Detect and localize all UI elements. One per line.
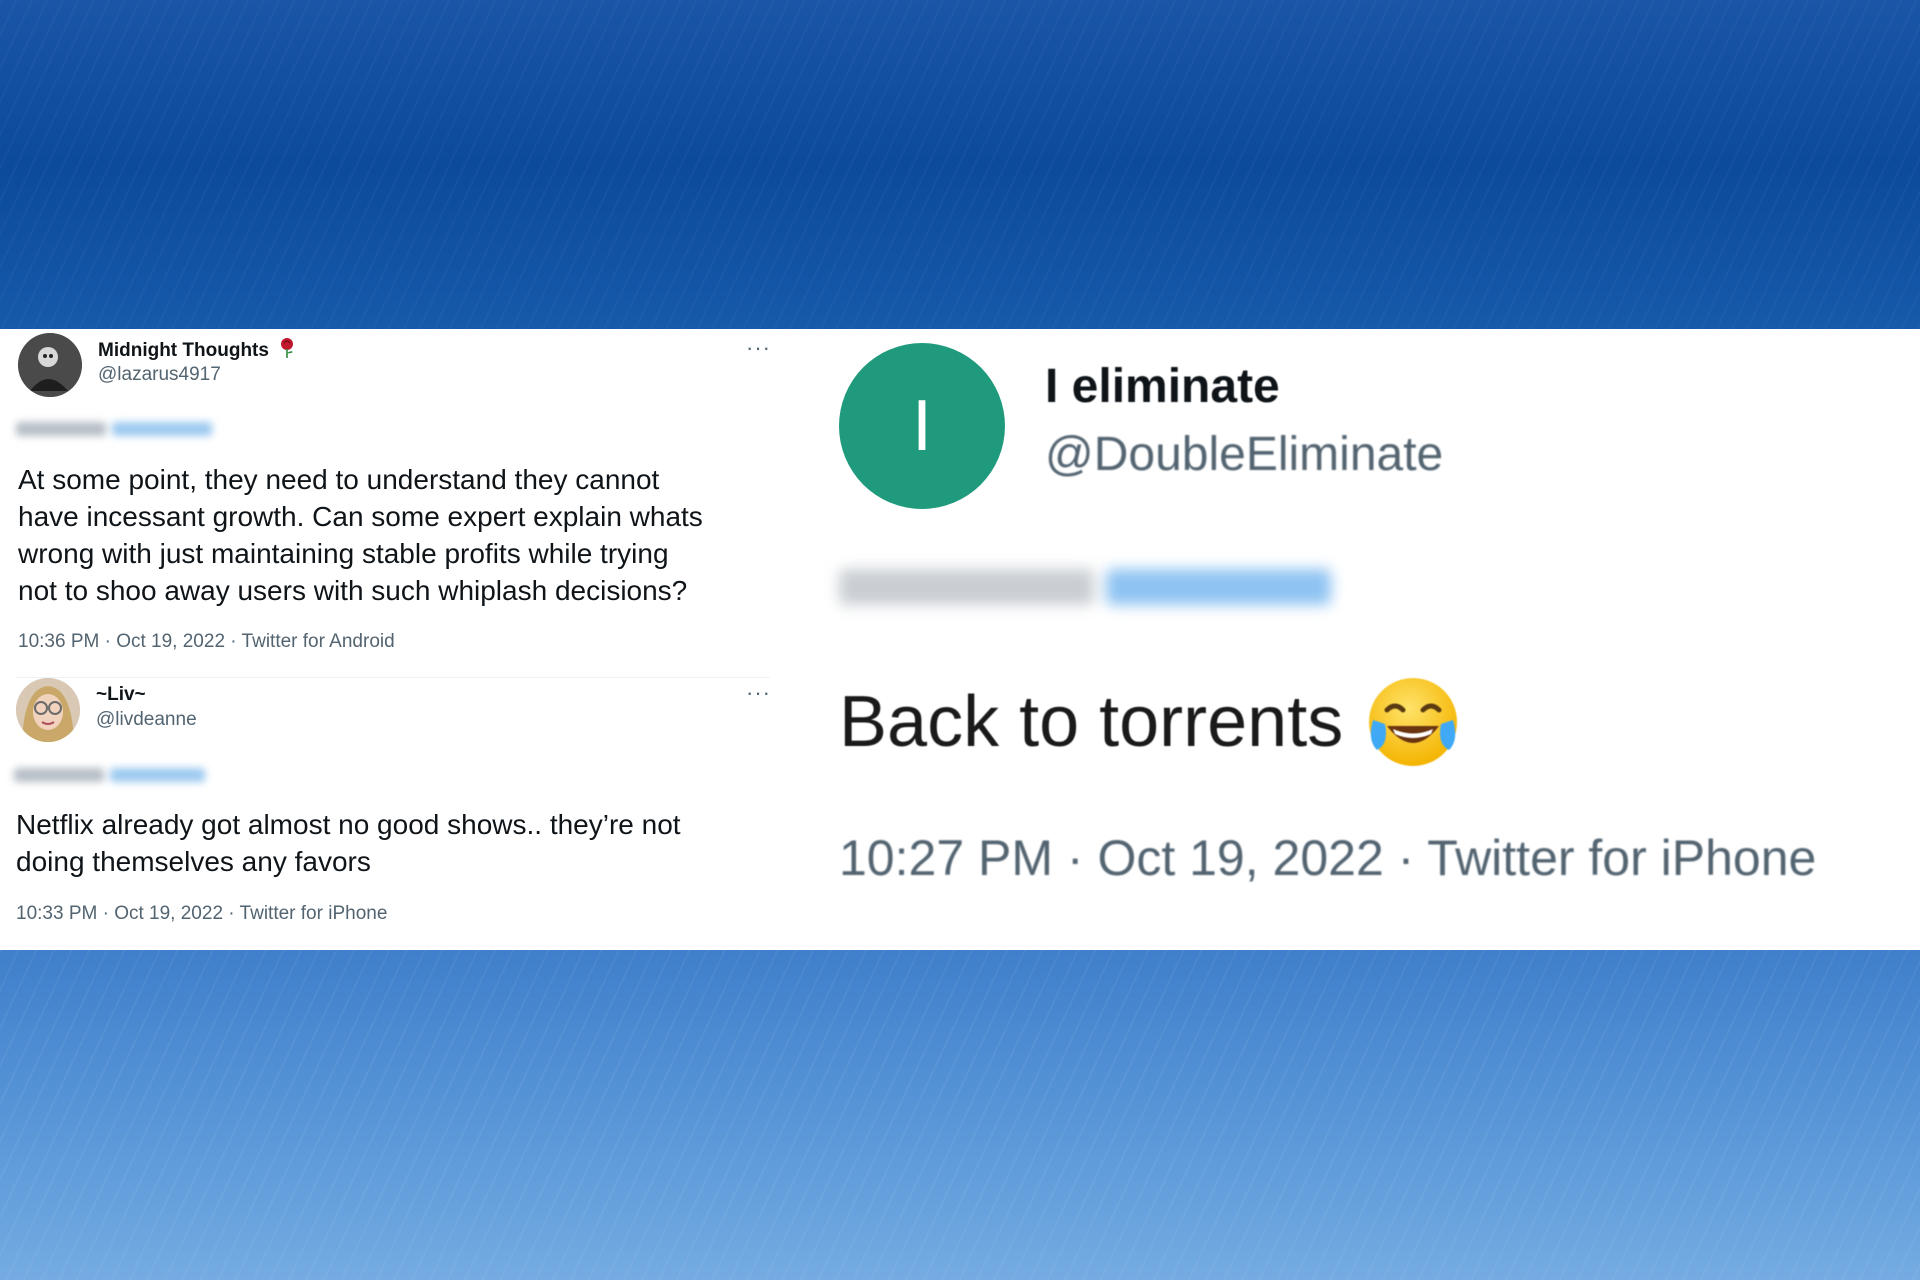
tweet-text-line: not to shoo away users with such whiplas…: [18, 575, 688, 606]
more-options-icon[interactable]: ···: [746, 682, 771, 704]
tweet-timestamp[interactable]: 10:36 PM · Oct 19, 2022 · Twitter for An…: [18, 631, 395, 653]
rose-icon: [281, 338, 294, 358]
display-name[interactable]: Midnight Thoughts: [98, 337, 296, 362]
replying-to-blurred: [839, 569, 1331, 619]
tweet-text: Back to torrents: [839, 674, 1461, 770]
avatar-image: [18, 333, 82, 397]
tears-of-joy-emoji: [1365, 674, 1461, 770]
tweet-liv[interactable]: ~Liv~ @livdeanne ··· Netflix already got…: [0, 678, 785, 950]
display-name[interactable]: ~Liv~: [96, 684, 146, 706]
left-tweets-panel: Midnight Thoughts @lazarus4917 ··· At so…: [0, 329, 785, 950]
tweet-text-line: doing themselves any favors: [16, 846, 371, 877]
tweet-text-line: have incessant growth. Can some expert e…: [18, 501, 703, 532]
more-options-icon[interactable]: ···: [746, 337, 771, 359]
avatar[interactable]: I: [839, 343, 1005, 509]
tweet-timestamp[interactable]: 10:33 PM · Oct 19, 2022 · Twitter for iP…: [16, 903, 387, 925]
tweet-timestamp[interactable]: 10:27 PM · Oct 19, 2022 · Twitter for iP…: [839, 829, 1816, 887]
display-name[interactable]: I eliminate: [1045, 359, 1280, 414]
background-top: [0, 0, 1920, 330]
background-bottom: [0, 950, 1920, 1280]
user-handle[interactable]: @DoubleEliminate: [1045, 427, 1443, 482]
user-handle[interactable]: @livdeanne: [96, 709, 197, 731]
avatar[interactable]: [16, 678, 80, 742]
tweet-text: At some point, they need to understand t…: [18, 461, 703, 609]
tweet-text: Netflix already got almost no good shows…: [16, 806, 681, 880]
replying-to-blurred: [16, 420, 212, 442]
tweet-text-line: Netflix already got almost no good shows…: [16, 809, 681, 840]
tweet-text-line: wrong with just maintaining stable profi…: [18, 538, 669, 569]
tweet-midnight-thoughts[interactable]: Midnight Thoughts @lazarus4917 ··· At so…: [0, 329, 785, 677]
avatar-image: [16, 678, 80, 742]
right-tweet-panel: I I eliminate @DoubleEliminate Back to t…: [785, 329, 1920, 950]
avatar[interactable]: [18, 333, 82, 397]
user-handle[interactable]: @lazarus4917: [98, 364, 221, 386]
tweet-text-line: At some point, they need to understand t…: [18, 464, 660, 495]
replying-to-blurred: [14, 766, 205, 788]
tweet-text-content: Back to torrents: [839, 682, 1344, 762]
